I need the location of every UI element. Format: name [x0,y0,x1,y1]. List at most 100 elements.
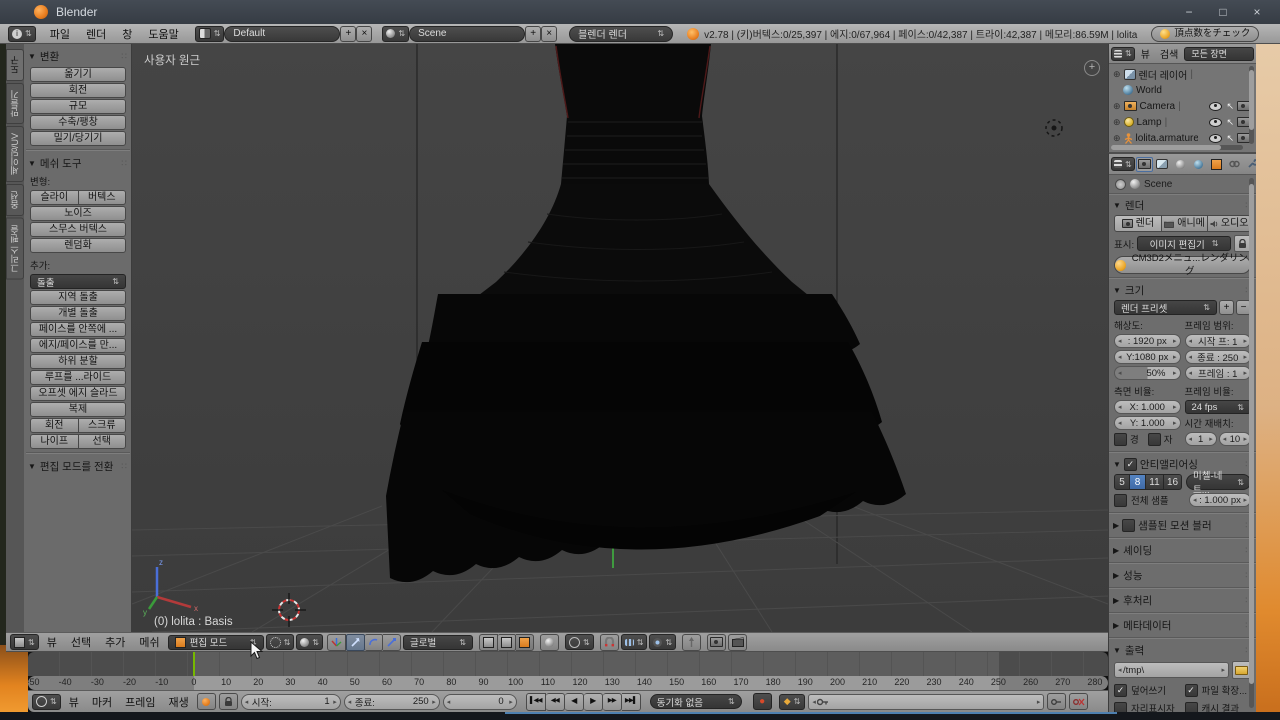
visibility-eye-icon[interactable] [1209,133,1222,143]
region-expand-plus-icon[interactable]: + [1084,60,1100,76]
play-button[interactable]: ▶ [583,692,603,711]
remap-old-field[interactable]: 1 [1184,432,1217,446]
insert-keyframe-button[interactable] [1047,693,1067,710]
menu-file[interactable]: 파일 [42,26,78,42]
screen-layout-field[interactable]: Default [224,25,341,42]
tab-world-properties[interactable] [1190,157,1207,172]
vertex-slide-button[interactable]: 버텍스 [78,190,126,205]
dimensions-panel-header[interactable]: ▼ 크기 ∷ [1109,282,1256,299]
tab-constraints[interactable] [1226,157,1243,172]
scene-selector-icon-button[interactable]: ⇅ [382,25,410,42]
editor-type-timeline-icon[interactable]: ⇅ [32,693,61,710]
outliner-menu-search[interactable]: 검색 [1156,46,1182,61]
edge-select-mode-button[interactable] [497,633,516,651]
remap-new-field[interactable]: 10 [1218,432,1251,446]
resolution-percent-slider[interactable]: 50% [1114,366,1181,380]
aa-samples-16-button[interactable]: 16 [1164,474,1182,490]
tab-object-properties[interactable] [1208,157,1225,172]
timeline-ruler[interactable]: -50 -40 -30 -20 -10 0 10 20 30 40 50 60 70 80 90 100 110… [28,676,1108,690]
jump-to-start-button[interactable]: ▌◀◀ [525,692,546,711]
range-end-field[interactable]: 종료 : 250 [1184,350,1251,364]
timeline-menu-frame[interactable]: 프레임 [120,694,160,710]
snap-target-dropdown[interactable]: ⇅ [649,634,677,650]
scene-close-button[interactable]: × [541,25,558,42]
aspect-x-field[interactable]: X: 1.000 [1114,400,1181,414]
expander-icon[interactable]: ⊕ [1113,133,1121,144]
tab-create[interactable]: 만들기 [6,83,24,124]
aa-size-field[interactable]: : 1.000 px [1189,493,1251,507]
editor-type-3dview-icon[interactable]: ⇅ [10,634,39,650]
vertex-select-mode-button[interactable] [478,633,498,651]
screw-button[interactable]: 스크류 [78,418,126,433]
editor-type-properties-icon[interactable]: ⇅ [1111,157,1135,171]
outliner-item-label[interactable]: lolita.armature [1136,133,1198,144]
tab-render-layers[interactable] [1154,157,1171,172]
preset-add-button[interactable]: + [1219,300,1234,315]
proportional-edit-dropdown[interactable]: ⇅ [564,634,594,650]
outliner-row-lamp[interactable]: ⊕ Lamp | ↖ [1113,114,1256,130]
outliner-row-world[interactable]: World [1113,82,1256,98]
border-checkbox[interactable] [1114,432,1127,446]
tab-modifiers-wrench[interactable] [1244,157,1256,172]
loop-cut-slide-button[interactable]: 루프를 ...라이드 [30,370,126,385]
post-processing-panel-header[interactable]: ▶ 후처리 ∷ [1109,592,1256,609]
frame-start-field[interactable]: 시작: 1 [240,693,341,710]
extrude-dropdown[interactable]: 돌출 ⇅ [30,274,126,289]
keying-set-dropdown[interactable]: ◆ ⇅ [778,693,806,710]
properties-vertical-scrollbar[interactable] [1249,178,1254,708]
render-engine-dropdown[interactable]: 블렌더 렌더 ⇅ [569,25,674,42]
manipulator-axes-icon[interactable] [326,633,346,651]
outliner-row-render-layers[interactable]: ⊕ 렌더 레이어 | [1113,66,1256,82]
menu-mesh[interactable]: 메쉬 [133,634,165,650]
lamp-indicator-icon[interactable] [1045,119,1063,137]
tab-render-properties[interactable] [1135,156,1153,172]
aa-filter-dropdown[interactable]: 미첼-네트... ⇅ [1186,471,1251,496]
opengl-render-anim-button[interactable] [728,633,748,651]
viewport-shading-dropdown[interactable]: ⇅ [296,634,323,650]
close-button[interactable]: × [1240,0,1274,24]
screen-layout-icon-button[interactable]: ⇅ [194,25,225,42]
editor-type-info-icon[interactable]: i ⇅ [8,25,36,42]
randomize-button[interactable]: 렌덤화 [30,238,126,253]
auto-keyframe-button[interactable] [196,693,216,710]
snap-element-dropdown[interactable]: ⇅ [620,634,648,650]
visibility-eye-icon[interactable] [1209,101,1222,111]
outliner-menu-view[interactable]: 뷰 [1137,46,1154,61]
wireframe-dress-mesh[interactable] [386,44,906,583]
snap-magnet-button[interactable] [599,633,619,651]
viewport-3d[interactable]: z x y 사용자 원근 (0) lolita : Basis + [132,44,1108,632]
duplicate-button[interactable]: 복제 [30,402,126,417]
push-pull-button[interactable]: 밀기/당기기 [30,131,126,146]
sync-dropdown[interactable]: 동기화 없음 ⇅ [649,694,742,709]
transform-panel-header[interactable]: ▼ 변환 ∷ [26,47,130,66]
maximize-button[interactable]: □ [1206,0,1240,24]
tab-options[interactable]: 옵션 [6,184,24,217]
pivot-point-dropdown[interactable]: ⇅ [265,634,295,650]
limit-selection-visible-button[interactable] [539,633,559,651]
menu-render[interactable]: 렌더 [78,26,114,42]
offset-edge-slide-button[interactable]: 오프셋 에지 슬라드 [30,386,126,401]
scene-add-button[interactable]: + [525,25,542,42]
menu-window[interactable]: 창 [114,26,140,42]
metadata-panel-header[interactable]: ▶ 메타데이터 ∷ [1109,617,1256,634]
lock-button[interactable] [218,693,238,710]
timeline-menu-view[interactable]: 뷰 [64,694,84,710]
pin-icon[interactable] [1115,178,1126,190]
output-path-field[interactable]: /tmp\ [1114,662,1229,678]
full-sample-checkbox[interactable] [1114,493,1127,507]
motion-blur-checkbox[interactable] [1122,519,1136,532]
tab-scene-properties[interactable] [1172,157,1189,172]
outliner-filter-dropdown[interactable]: 모든 장면 [1184,46,1254,61]
make-edge-face-button[interactable]: 에지/페이스를 만... [30,338,126,353]
knife-button[interactable]: 나이프 [30,434,79,449]
render-presets-dropdown[interactable]: 렌더 프리셋 ⇅ [1114,300,1217,315]
extrude-individual-button[interactable]: 개별 돌출 [30,306,126,321]
minimize-button[interactable]: − [1172,0,1206,24]
render-still-button[interactable]: 렌더 [1114,215,1162,232]
antialiasing-checkbox[interactable]: ✓ [1123,458,1137,471]
menu-view[interactable]: 뷰 [41,634,63,650]
aa-samples-11-button[interactable]: 11 [1146,474,1164,490]
display-mode-dropdown[interactable]: 이미지 편집기 ⇅ [1137,236,1231,251]
cm3d2-render-button[interactable]: CM3D2メニュ...レンダリング [1114,253,1251,277]
aa-samples-8-button[interactable]: 8 [1130,474,1146,490]
